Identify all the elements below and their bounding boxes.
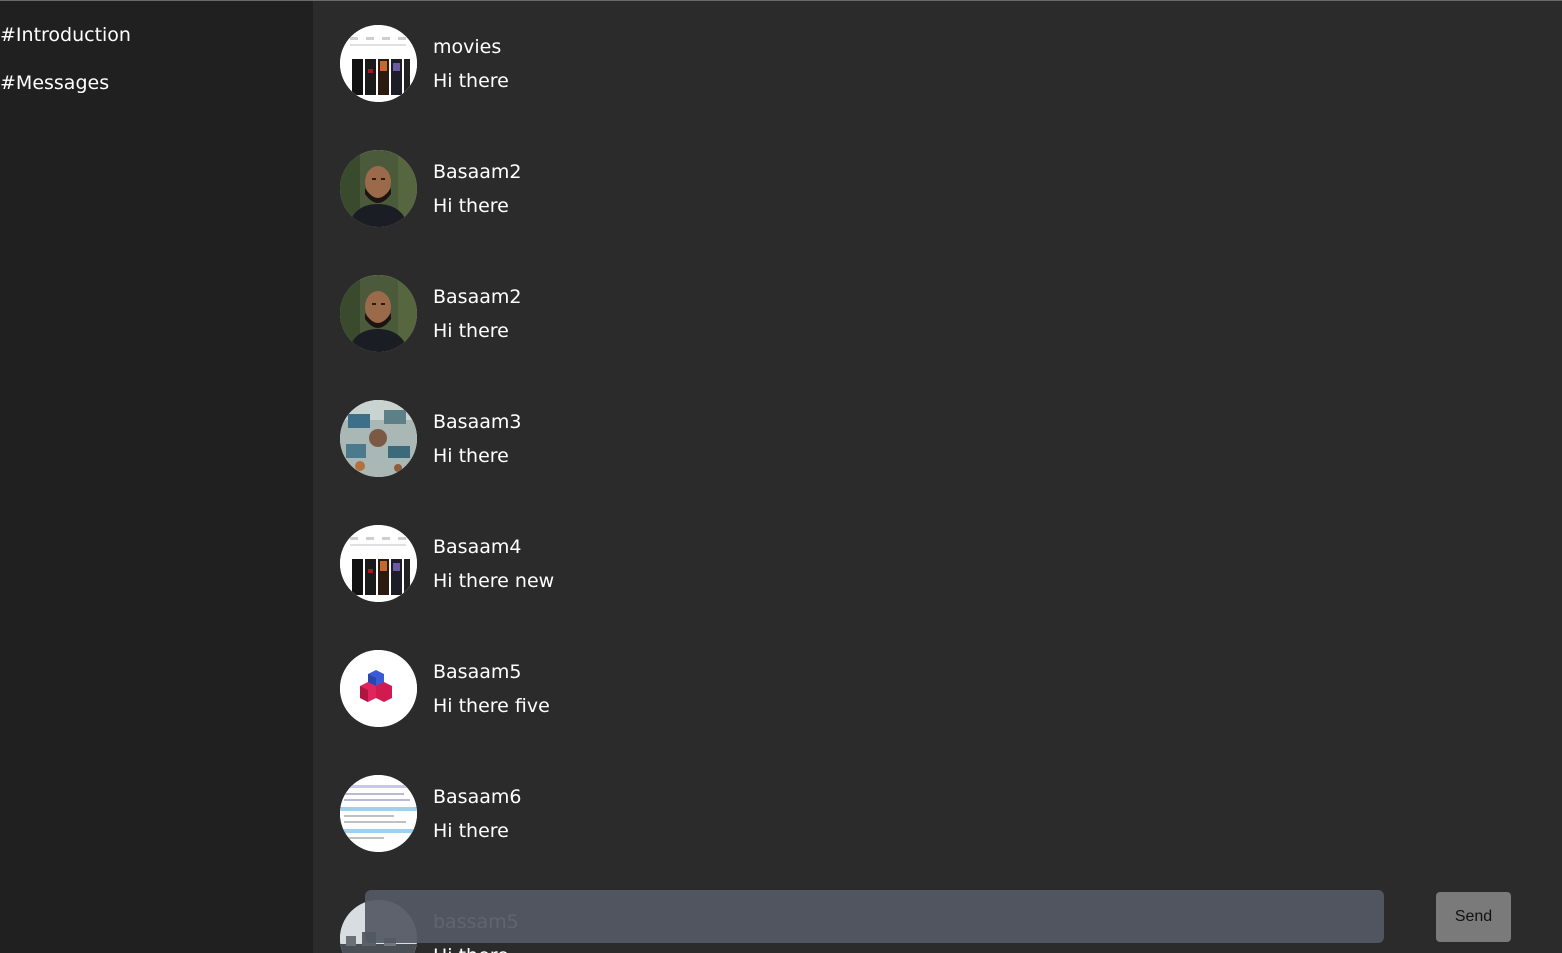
message-text: Hi there [433,195,509,217]
message-text: Hi there [433,320,509,342]
message-username: movies [433,36,502,58]
message-text: Hi there five [433,695,550,717]
message-item: Basaam2 Hi there [313,125,1562,250]
message-item: Basaam6 Hi there [313,750,1562,875]
message-username: Basaam2 [433,161,522,183]
message-text: Hi there [433,70,509,92]
channel-introduction[interactable]: #Introduction [0,24,131,46]
man-portrait-avatar-icon [340,275,417,352]
man-portrait-avatar-icon [340,150,417,227]
message-item: Basaam4 Hi there new [313,500,1562,625]
workspace-desk-avatar-icon [340,400,417,477]
message-username: Basaam6 [433,786,522,808]
send-button[interactable]: Send [1436,892,1511,942]
message-item: Basaam5 Hi there five [313,625,1562,750]
message-item: Basaam3 Hi there [313,375,1562,500]
stacked-cubes-avatar-icon [340,650,417,727]
message-text: Hi there [433,445,509,467]
message-username: Basaam3 [433,411,522,433]
message-text: Hi there [433,820,509,842]
message-username: Basaam2 [433,286,522,308]
movie-posters-avatar-icon [340,25,417,102]
message-item: movies Hi there [313,0,1562,125]
movie-posters-avatar-icon [340,525,417,602]
channel-messages[interactable]: #Messages [0,72,109,94]
chat-app: #Introduction #Messages movies Hi there … [0,0,1562,953]
message-username: Basaam5 [433,661,522,683]
document-screenshot-avatar-icon [340,775,417,852]
message-input[interactable] [365,890,1384,943]
message-text: Hi there [433,945,509,953]
channel-sidebar: #Introduction #Messages [0,0,313,953]
message-text: Hi there new [433,570,555,592]
message-item: Basaam2 Hi there [313,250,1562,375]
message-username: Basaam4 [433,536,522,558]
top-divider [0,0,1562,1]
message-list[interactable]: movies Hi there Basaam2 Hi there Basaam2… [313,0,1562,953]
